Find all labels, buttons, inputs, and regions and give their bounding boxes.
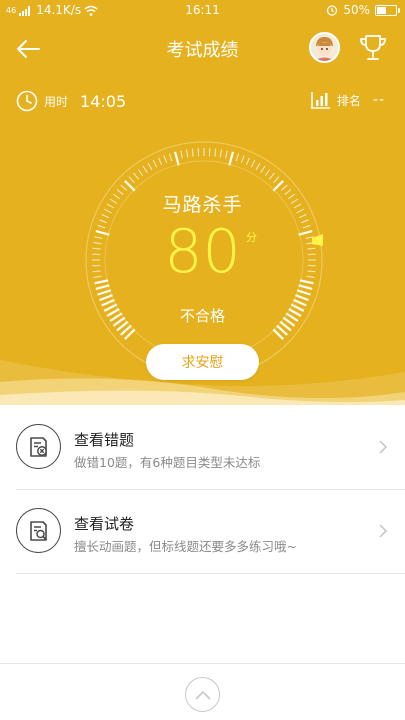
list-icon-wrapper [16,508,61,553]
list-item-exam-paper[interactable]: 查看试卷 擅长动画题，但标线题还要多多练习哦~ [0,489,405,573]
gauge-tick [142,165,148,174]
result-label: 不合格 [179,307,225,325]
gauge-tick [228,151,235,166]
exam-paper-search-icon [29,520,47,541]
rank-label: 排名 [336,93,361,108]
list-item-subtitle: 擅长动画题，但标线题还要多多练习哦~ [74,539,297,554]
gauge-tick [180,150,183,159]
gauge-tick [225,150,228,159]
gauge-tick [147,162,153,171]
gauge-tick [269,172,275,180]
gauge-tick [168,153,173,162]
gauge-tick [99,294,113,302]
score-header: 46 14.1K/s 16:11 50% 考试成绩 用时 14:05 排名 --… [0,0,405,405]
gauge-tick [255,162,261,171]
gauge-tick [214,148,217,157]
gauge-tick [157,157,163,166]
score-value: 80 [164,217,241,287]
page-title: 考试成绩 [166,40,239,61]
list-item-wrong-questions[interactable]: 查看错题 做错10题，有6种题目类型未达标 [0,405,405,489]
list-icon-wrapper [16,424,61,469]
divider [16,573,405,574]
gauge-tick [235,153,240,162]
status-right: 50% [326,3,400,17]
bar-chart-icon [311,92,330,109]
clock-icon [16,90,38,112]
trophy-button[interactable] [357,32,389,64]
gauge-tick [260,165,266,174]
avatar[interactable] [309,32,340,63]
time-value: 14:05 [80,91,127,111]
gauge-tick [95,284,110,291]
battery-icon [375,4,400,16]
status-bar: 46 14.1K/s 16:11 50% [0,0,405,22]
list-item-title: 查看错题 [74,431,135,449]
time-label: 用时 [44,94,69,109]
gauge-tick [250,159,256,168]
avatar-icon [311,34,338,61]
list-item-subtitle: 做错10题，有6种题目类型未达标 [74,455,261,470]
score-title: 马路杀手 [162,194,243,216]
gauge-tick [273,176,280,184]
gauge-tick [185,149,189,158]
gauge-tick [152,159,158,168]
gauge-tick [240,155,245,164]
gauge-tick [137,169,144,177]
gauge-tick [245,157,251,166]
chevron-right-icon [379,524,388,538]
gauge-tick [97,289,112,296]
score-unit: 分 [246,231,257,244]
list-item-title: 查看试卷 [74,515,135,533]
scroll-up-button[interactable] [185,677,220,712]
chevron-right-icon [379,440,388,454]
gauge-tick [264,169,271,177]
ranking[interactable]: 排名 -- [311,91,385,109]
nav-bar: 考试成绩 [0,26,405,72]
time-used: 用时 14:05 [16,90,126,112]
gauge-tick [295,294,309,302]
alarm-icon [327,5,338,16]
gauge-tick [128,176,135,184]
gauge-tick [191,148,194,157]
gauge-tick [173,151,180,166]
wrong-questions-icon [29,436,47,457]
chevron-up-icon [194,690,211,700]
gauge-tick [298,284,313,291]
rank-value: -- [372,92,385,108]
bottom-bar [0,663,405,720]
battery-percent: 50% [343,3,370,17]
battery-fill [377,6,386,14]
gauge-tick [219,149,223,158]
gauge-tick [133,172,139,180]
trophy-icon [360,35,386,60]
gauge-tick [296,289,311,296]
comfort-button[interactable]: 求安慰 [146,344,259,380]
gauge-tick [163,155,168,164]
